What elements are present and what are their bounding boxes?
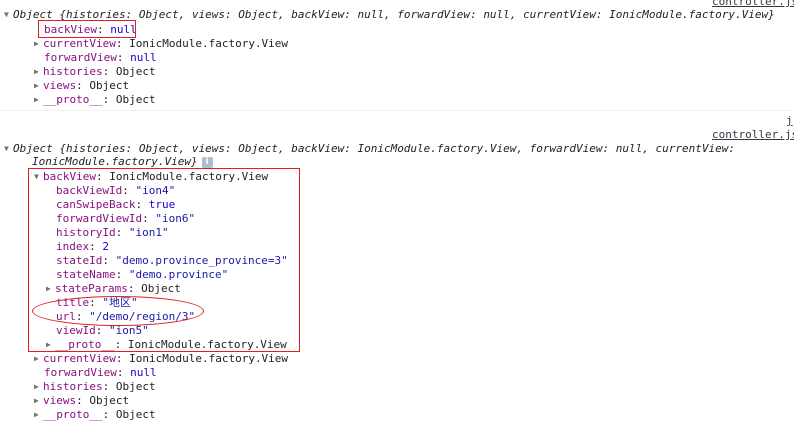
source-link-fragment[interactable]: j (786, 114, 793, 127)
expand-triangle-icon[interactable]: ▶ (34, 65, 43, 78)
expand-triangle-icon[interactable]: ▶ (34, 352, 43, 365)
summary-value: IonicModule.factory.View (32, 155, 191, 168)
expand-triangle-icon[interactable]: ▶ (34, 79, 43, 92)
summary-key: backView (291, 8, 345, 21)
summary-suffix: } (768, 8, 775, 21)
property-row: forwardView: null (44, 366, 157, 379)
summary-value: null (615, 142, 643, 155)
annotation-box (28, 168, 300, 352)
summary-prefix: Object { (13, 142, 66, 155)
property-key: forwardView (44, 366, 117, 379)
summary-value: Object (138, 142, 179, 155)
summary-value: Object (238, 8, 278, 21)
summary-key: currentView (523, 8, 596, 21)
summary-key: backView (291, 142, 345, 155)
property-key: __proto__ (43, 93, 103, 106)
property-row[interactable]: ▶ histories: Object (34, 380, 156, 393)
object-summary[interactable]: ▼ Object {histories: Object, views: Objec… (4, 142, 735, 155)
property-value: IonicModule.factory.View (129, 352, 289, 365)
property-key: __proto__ (43, 408, 103, 421)
property-key: views (43, 394, 77, 407)
property-value: null (130, 51, 157, 64)
summary-key: histories (65, 142, 126, 155)
property-row[interactable]: ▶ __proto__: Object (34, 408, 156, 421)
property-value: null (130, 366, 157, 379)
property-row: forwardView: null (44, 51, 157, 64)
summary-key: currentView (655, 142, 729, 155)
expand-triangle-icon[interactable]: ▶ (34, 37, 43, 50)
expand-triangle-icon[interactable]: ▶ (34, 408, 43, 421)
property-key: histories (43, 65, 103, 78)
property-key: currentView (43, 37, 116, 50)
annotation-box (38, 20, 136, 38)
summary-value: Object (238, 142, 278, 155)
property-row[interactable]: ▶ currentView: IonicModule.factory.View (34, 37, 288, 50)
summary-suffix: } (190, 155, 198, 168)
property-row[interactable]: ▶ __proto__: Object (34, 93, 156, 106)
source-link[interactable]: controller.js (712, 128, 794, 141)
property-value: Object (89, 79, 130, 92)
expand-triangle-icon[interactable]: ▶ (34, 380, 43, 393)
collapse-triangle-icon[interactable]: ▼ (4, 8, 13, 21)
summary-value: null (357, 8, 384, 21)
expand-triangle-icon[interactable]: ▶ (34, 394, 43, 407)
property-value: Object (89, 394, 130, 407)
summary-value: null (483, 8, 510, 21)
property-key: views (43, 79, 77, 92)
summary-key: forwardView (397, 8, 471, 21)
collapse-triangle-icon[interactable]: ▼ (4, 142, 13, 155)
property-value: IonicModule.factory.View (129, 37, 289, 50)
property-value: Object (115, 65, 156, 78)
expand-triangle-icon[interactable]: ▶ (34, 93, 43, 106)
property-row[interactable]: ▶ histories: Object (34, 65, 156, 78)
property-row[interactable]: ▶ views: Object (34, 79, 129, 92)
property-row[interactable]: ▶ views: Object (34, 394, 129, 407)
summary-value: Object (138, 8, 179, 21)
source-link[interactable]: controller.js (712, 0, 794, 8)
summary-value: IonicModule.factory.View (609, 8, 769, 21)
property-row[interactable]: ▶ currentView: IonicModule.factory.View (34, 352, 288, 365)
property-key: currentView (43, 352, 116, 365)
annotation-ellipse (32, 296, 204, 326)
property-key: histories (43, 380, 103, 393)
property-value: Object (115, 408, 156, 421)
property-value: Object (115, 380, 156, 393)
summary-key: views (191, 142, 225, 155)
object-summary-continued: IonicModule.factory.View} i (32, 155, 213, 168)
property-key: forwardView (44, 51, 117, 64)
log-separator (0, 110, 794, 111)
summary-key: forwardView (529, 142, 603, 155)
summary-key: views (191, 8, 225, 21)
property-value: Object (115, 93, 156, 106)
info-icon[interactable]: i (201, 156, 213, 168)
summary-value: IonicModule.factory.View (357, 142, 517, 155)
